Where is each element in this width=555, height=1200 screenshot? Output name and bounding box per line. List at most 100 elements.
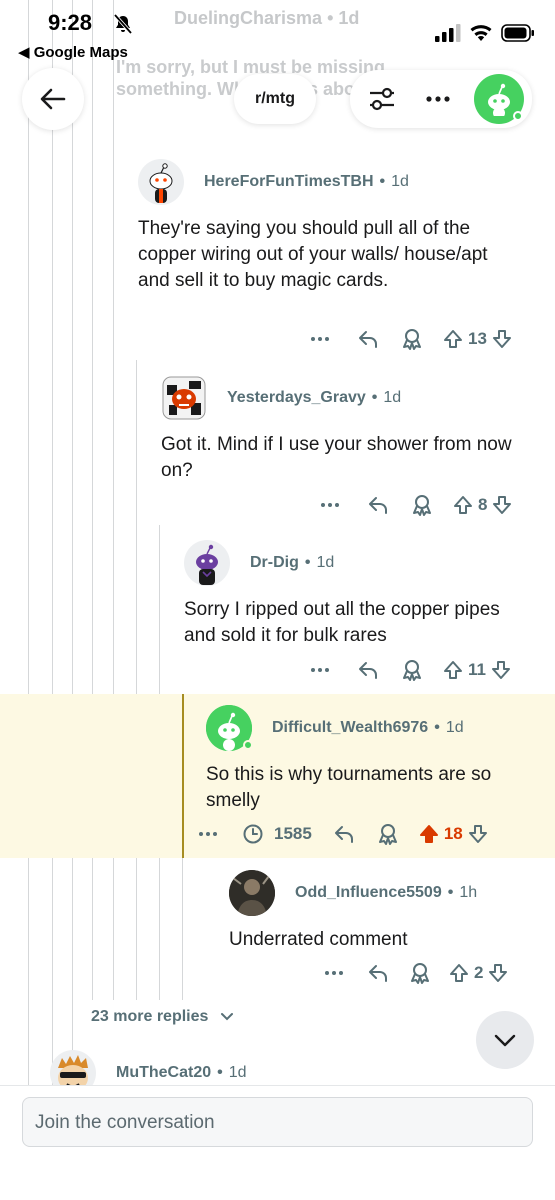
upvote-button[interactable] bbox=[440, 329, 466, 349]
parent-username: DuelingCharisma bbox=[174, 8, 323, 28]
downvote-arrow-icon bbox=[489, 964, 508, 982]
downvote-button[interactable] bbox=[489, 495, 515, 515]
silent-bell-icon bbox=[113, 14, 133, 34]
reply-button[interactable] bbox=[360, 494, 396, 516]
avatar[interactable] bbox=[161, 375, 207, 421]
upvote-button-active[interactable] bbox=[416, 824, 442, 844]
vote-count: 13 bbox=[468, 329, 487, 348]
comment-age: 1d bbox=[316, 554, 335, 571]
comment-more-button[interactable] bbox=[316, 503, 344, 507]
comment-username[interactable]: MuTheCat20 bbox=[116, 1064, 211, 1082]
snoo-avatar-icon bbox=[488, 83, 510, 116]
scroll-to-next-button[interactable] bbox=[476, 1011, 534, 1069]
profile-avatar-button[interactable] bbox=[474, 74, 524, 124]
comment-username[interactable]: Dr-Dig bbox=[250, 554, 299, 572]
clock-views-icon bbox=[243, 824, 263, 844]
avatar[interactable] bbox=[138, 159, 184, 205]
downvote-button[interactable] bbox=[488, 660, 514, 680]
award-button[interactable] bbox=[394, 328, 430, 350]
reply-button[interactable] bbox=[360, 962, 396, 984]
comment-more-button[interactable] bbox=[194, 832, 222, 836]
comment-more-button[interactable] bbox=[320, 971, 348, 975]
award-ribbon-icon bbox=[403, 329, 421, 350]
status-icons bbox=[435, 24, 535, 42]
upvote-button[interactable] bbox=[446, 963, 472, 983]
downvote-button[interactable] bbox=[485, 963, 511, 983]
arrow-left-icon bbox=[40, 88, 66, 110]
reply-arrow-icon bbox=[369, 497, 387, 514]
award-button[interactable] bbox=[404, 494, 440, 516]
signal-icon bbox=[435, 24, 461, 42]
views-indicator: 1585 bbox=[242, 823, 312, 845]
avatar[interactable] bbox=[206, 705, 253, 751]
upvote-arrow-icon bbox=[450, 964, 468, 982]
online-dot bbox=[513, 111, 523, 121]
more-dots-icon bbox=[311, 668, 329, 672]
comment-more-button[interactable] bbox=[306, 668, 334, 672]
comment-text: Got it. Mind if I use your shower from n… bbox=[161, 434, 512, 481]
comment-age: 1d bbox=[445, 719, 464, 736]
award-button[interactable] bbox=[394, 659, 430, 681]
comment-header: Difficult_Wealth6976 • 1d bbox=[206, 705, 464, 751]
more-replies-label: 23 more replies bbox=[91, 1008, 209, 1025]
comment-actions: 13 bbox=[306, 328, 515, 350]
reply-arrow-icon bbox=[334, 826, 353, 843]
vote-count: 2 bbox=[474, 963, 484, 982]
comment-username[interactable]: HereForFunTimesTBH bbox=[204, 173, 374, 191]
back-to-app-link[interactable]: ◀ Google Maps bbox=[18, 43, 128, 61]
more-replies-button[interactable]: 23 more replies bbox=[91, 1008, 234, 1026]
vote-count: 18 bbox=[443, 824, 463, 843]
comment-age: 1h bbox=[459, 884, 478, 901]
reply-button[interactable] bbox=[326, 823, 362, 845]
photo-avatar-icon bbox=[229, 870, 275, 916]
reply-button[interactable] bbox=[350, 659, 386, 681]
back-button[interactable] bbox=[22, 68, 84, 130]
thread-rail bbox=[52, 0, 53, 1085]
reply-arrow-icon bbox=[359, 662, 377, 679]
more-dots-icon bbox=[311, 337, 329, 341]
reply-button[interactable] bbox=[350, 328, 386, 350]
avatar[interactable] bbox=[184, 540, 230, 586]
comment-actions: 2 bbox=[320, 962, 511, 984]
award-button[interactable] bbox=[402, 962, 438, 984]
comment-more-button[interactable] bbox=[306, 337, 334, 341]
vote-count: 11 bbox=[468, 660, 486, 679]
online-dot bbox=[243, 740, 253, 750]
downvote-arrow-icon bbox=[491, 661, 510, 679]
sort-button[interactable] bbox=[366, 83, 398, 115]
subreddit-pill[interactable]: r/mtg bbox=[234, 74, 316, 124]
comment-username[interactable]: Difficult_Wealth6976 bbox=[272, 719, 428, 737]
join-conversation-input[interactable]: Join the conversation bbox=[22, 1097, 533, 1147]
battery-icon bbox=[501, 24, 534, 42]
view-count: 1585 bbox=[274, 824, 312, 843]
comment-header: Dr-Dig • 1d bbox=[184, 540, 334, 586]
comment-age: 1d bbox=[383, 389, 402, 406]
comment-text: Underrated comment bbox=[229, 929, 408, 950]
comment-text: They're saying you should pull all of th… bbox=[138, 218, 488, 291]
cow-avatar-icon bbox=[162, 376, 206, 420]
snoo-avatar-icon bbox=[149, 163, 173, 203]
comment-age: 1d bbox=[391, 173, 409, 190]
status-time: 9:28 bbox=[48, 10, 93, 35]
comment-username[interactable]: Odd_Influence5509 bbox=[295, 884, 442, 902]
downvote-button[interactable] bbox=[465, 824, 491, 844]
comment-actions: 11 bbox=[306, 659, 514, 681]
comment-username[interactable]: Yesterdays_Gravy bbox=[227, 389, 366, 407]
award-button[interactable] bbox=[370, 823, 406, 845]
more-dots-icon bbox=[321, 503, 339, 507]
comment-actions: 8 bbox=[316, 494, 515, 516]
thread-rail bbox=[136, 360, 137, 1000]
downvote-arrow-icon bbox=[468, 825, 487, 843]
more-options-button[interactable] bbox=[422, 83, 454, 115]
award-ribbon-icon bbox=[411, 963, 429, 984]
comment-age: 1d bbox=[228, 1064, 247, 1081]
downvote-button[interactable] bbox=[489, 329, 515, 349]
upvote-button[interactable] bbox=[440, 660, 466, 680]
upvote-arrow-icon bbox=[444, 661, 462, 679]
comment-header: Odd_Influence5509 • 1h bbox=[229, 870, 477, 916]
upvote-button[interactable] bbox=[450, 495, 476, 515]
subreddit-name: r/mtg bbox=[255, 90, 295, 107]
downvote-arrow-icon bbox=[492, 330, 511, 348]
avatar[interactable] bbox=[229, 870, 275, 916]
reply-arrow-icon bbox=[359, 331, 377, 348]
